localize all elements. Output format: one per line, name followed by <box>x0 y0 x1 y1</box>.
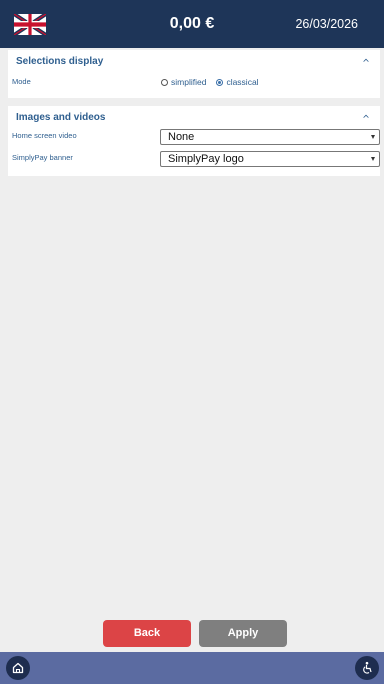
radio-checked-icon <box>216 78 224 86</box>
images-videos-title: Images and videos <box>16 112 106 123</box>
home-video-select[interactable]: None <box>160 129 380 145</box>
current-date: 26/03/2026 <box>295 17 358 31</box>
mode-option-classical[interactable]: classical <box>216 77 259 87</box>
home-button[interactable] <box>6 656 30 680</box>
mode-option-label: classical <box>226 77 259 87</box>
home-video-value: None <box>168 131 195 143</box>
selections-display-title: Selections display <box>16 56 104 67</box>
mode-option-simplified[interactable]: simplified <box>161 77 206 87</box>
banner-select[interactable]: SimplyPay logo <box>160 151 380 167</box>
accessibility-button[interactable] <box>355 656 379 680</box>
dropdown-caret-icon <box>371 135 375 139</box>
images-videos-panel: Images and videos Home screen video None… <box>8 106 380 176</box>
chevron-up-icon[interactable] <box>362 112 370 120</box>
top-bar: 0,00 € 26/03/2026 <box>0 0 384 48</box>
chevron-up-icon[interactable] <box>362 56 370 64</box>
banner-value: SimplyPay logo <box>168 153 244 165</box>
radio-unchecked-icon <box>161 78 168 86</box>
back-button[interactable]: Back <box>103 620 191 647</box>
selections-display-panel: Selections display Mode simplified class… <box>8 50 380 98</box>
accessibility-icon <box>363 661 372 674</box>
mode-option-label: simplified <box>171 77 207 87</box>
apply-button[interactable]: Apply <box>199 620 287 647</box>
home-video-label: Home screen video <box>12 131 77 140</box>
mode-label: Mode <box>12 77 31 86</box>
banner-label: SimplyPay banner <box>12 153 73 162</box>
home-icon <box>12 662 24 674</box>
mode-radio-group: simplified classical <box>161 77 269 87</box>
bottom-bar <box>0 652 384 684</box>
dropdown-caret-icon <box>371 157 375 161</box>
